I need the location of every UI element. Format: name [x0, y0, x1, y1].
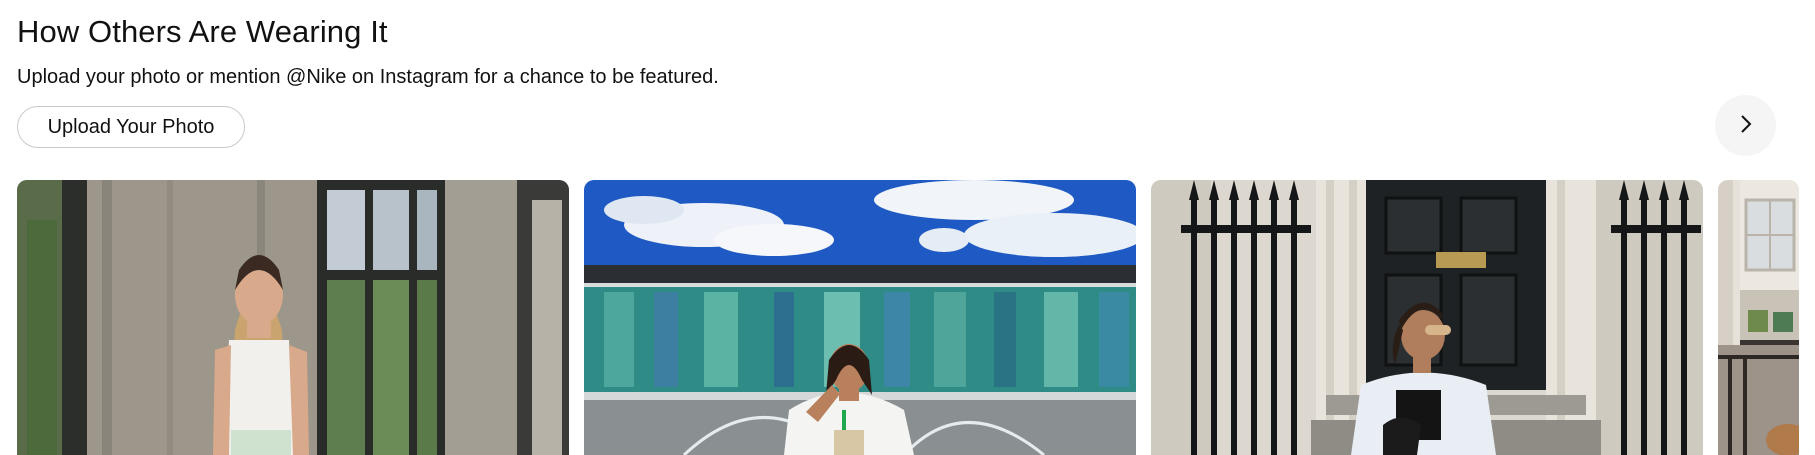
- ugc-photo-2[interactable]: [584, 180, 1136, 455]
- ugc-carousel: [17, 180, 1799, 455]
- ugc-photo-1[interactable]: [17, 180, 569, 455]
- ugc-photo-4[interactable]: [1718, 180, 1799, 455]
- upload-photo-button[interactable]: Upload Your Photo: [17, 106, 245, 148]
- section-title: How Others Are Wearing It: [17, 14, 388, 49]
- carousel-next-button[interactable]: [1715, 95, 1776, 156]
- ugc-photo-3[interactable]: [1151, 180, 1703, 455]
- chevron-right-icon: [1735, 113, 1757, 138]
- section-subtitle: Upload your photo or mention @Nike on In…: [17, 66, 719, 88]
